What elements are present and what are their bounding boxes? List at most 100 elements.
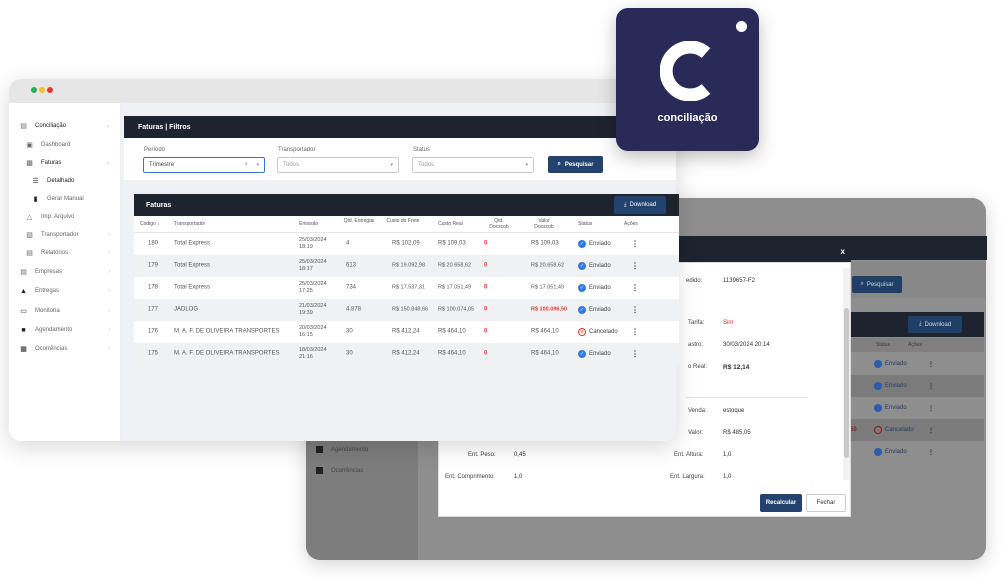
sidebar-item-ocorrencias[interactable]: ▦ Ocorrências › [19,343,114,355]
status-badge: ✓ Enviado [578,240,611,248]
transportador-select[interactable]: Todos ▾ [277,157,399,173]
back-download-label: Download [924,321,952,328]
check-icon: ✓ [578,284,586,292]
col-custo-frete[interactable]: Custo do Frete [386,218,420,225]
col-qtd-entregas[interactable]: Qtd. Entregas [342,218,376,225]
cell-qtd: 613 [346,262,357,269]
chevron-right-icon: › [108,346,110,352]
download-icon: ⤓ [918,321,922,327]
sidebar-item-label: Empresas [35,269,63,275]
cell-codigo: 180 [148,240,159,247]
sidebar-item-detalhado[interactable]: ☰ Detalhado [31,175,114,187]
periodo-select[interactable]: Trimestre × ▾ [143,157,265,173]
report-icon: ▤ [26,250,33,257]
transportador-value: Todos [283,162,300,168]
app-logo: conciliação [616,8,759,151]
sidebar-item-transportador[interactable]: ▧ Transportador › [25,229,114,241]
check-icon: ✓ [578,262,586,270]
back-search-button: ⌕ Pesquisar [852,276,902,293]
sidebar-item-entregas[interactable]: ▲ Entregas › [19,285,114,297]
kebab-icon: ⋮ [928,383,934,390]
col-codigo[interactable]: Codigo ↓ [140,221,160,228]
col-custo-real[interactable]: Custo Real [438,221,463,228]
cell-qtd: 734 [346,284,357,291]
transportador-label: Transportador [278,147,316,153]
sidebar-item-monitoria[interactable]: ▭ Monitoria › [19,305,114,317]
col-emissao[interactable]: Emissão [299,221,318,228]
altura-label: Ent. Altura: [674,452,704,458]
status-label: Enviado [589,351,611,357]
chevron-down-icon: ▾ [390,162,393,168]
cell-docs: 0 [484,306,488,313]
cell-emissao: 25/03/2024 18:17 [299,259,327,272]
close-icon[interactable]: x [841,247,845,256]
fechar-button[interactable]: Fechar [806,494,846,512]
check-icon [874,404,882,412]
kebab-menu-icon[interactable]: ⋮ [631,262,639,271]
table-row[interactable]: 178 Total Express 25/03/2024 17:25 734 R… [134,277,679,299]
status-label: Enviado [589,241,611,247]
col-transportador[interactable]: Transportador [174,221,205,228]
download-icon: ⤓ [623,201,627,208]
table-row[interactable]: 179 Total Express 25/03/2024 18:17 613 R… [134,255,679,277]
sidebar-item-agendamento[interactable]: ■ Agendamento › [19,324,114,336]
back-sidebar-label: Agendamento [331,446,369,453]
sidebar-item-conciliacao[interactable]: ▤ Conciliação ⌄ [19,120,114,132]
table-row[interactable]: 176 M. A. F. DE OLIVEIRA TRANSPORTES 20/… [134,321,679,343]
table-row[interactable]: 177 JADLOG 21/03/2024 19:39 4.878 R$ 150… [134,299,679,321]
col-acoes: Ações [624,221,638,227]
pesquisar-button[interactable]: ⌕ Pesquisar [548,156,603,173]
kebab-menu-icon[interactable]: ⋮ [631,306,639,315]
cell-custo-frete: R$ 412,24 [392,328,420,335]
faturas-title: Faturas [146,201,172,209]
cell-codigo: 175 [148,350,159,357]
clear-icon[interactable]: × [244,162,248,168]
kebab-menu-icon[interactable]: ⋮ [631,240,639,249]
sidebar-item-label: Entregas [35,288,60,294]
kebab-menu-icon[interactable]: ⋮ [631,328,639,337]
close-window-icon[interactable] [47,87,53,93]
status-badge: ✓ Enviado [578,284,611,292]
kebab-menu-icon[interactable]: ⋮ [631,284,639,293]
cell-transportador: Total Express [174,262,211,269]
sidebar-item-relatorios[interactable]: ▤ Relatórios › [25,247,114,259]
sidebar-item-label: Faturas [41,160,62,166]
status-select[interactable]: Todos ▾ [412,157,534,173]
col-valor-docscob[interactable]: Valor Docscob [529,218,559,230]
check-icon: ✓ [578,350,586,358]
sidebar-item-label: Detalhado [47,178,75,184]
back-status: Enviado [874,404,907,412]
recalcular-button[interactable]: Recalcular [760,494,802,512]
chevron-right-icon: › [108,308,110,314]
delivery-icon: ▲ [20,287,27,295]
modal-divider [686,397,808,398]
status-value: Todos [418,162,435,168]
cell-emissao: 18/03/2024 21:16 [299,347,327,360]
status-badge: ⊘ Cancelado [578,328,618,336]
cancel-icon [874,426,882,434]
sidebar-item-gerar-manual[interactable]: ▮ Gerar Manual [31,193,114,205]
col-status[interactable]: Status [578,221,592,228]
sidebar-item-dashboard[interactable]: ▣ Dashboard [25,139,114,151]
table-row[interactable]: 180 Total Express 25/03/2024 18:19 4 R$ … [134,233,679,255]
cell-custo-real: R$ 100.074,05 [438,306,475,313]
col-codigo-label: Codigo [140,221,156,227]
kebab-menu-icon[interactable]: ⋮ [631,350,639,359]
col-qtd-docscob[interactable]: Qtd. Docscob [484,218,514,230]
folder-icon: ▩ [26,160,33,167]
download-button[interactable]: ⤓ Download [614,196,666,214]
minimize-icon[interactable] [39,87,45,93]
scrollbar-thumb[interactable] [844,308,849,458]
cell-custo-frete: R$ 17.537,31 [392,284,426,291]
table-row[interactable]: 175 M. A. F. DE OLIVEIRA TRANSPORTES 18/… [134,343,679,365]
sidebar-item-faturas[interactable]: ▩ Faturas ⌄ [25,157,114,169]
sidebar-item-imp-arquivo[interactable]: △ Imp. Arquivo [25,211,114,223]
maximize-icon[interactable] [31,87,37,93]
back-red-value: 50 [850,427,857,433]
sidebar-item-label: Dashboard [41,142,71,148]
cell-valor: R$ 109,03 [531,240,559,247]
modal-scrollbar[interactable] [843,268,850,480]
chevron-right-icon: › [108,288,110,294]
cell-valor: R$ 20.658,62 [531,262,565,269]
sidebar-item-empresas[interactable]: ▤ Empresas › [19,266,114,278]
